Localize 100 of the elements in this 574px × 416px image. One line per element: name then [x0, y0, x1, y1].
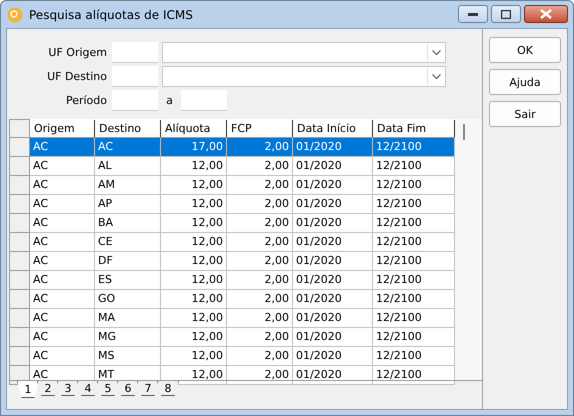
- table-cell: 12/2100: [372, 270, 454, 290]
- minimize-button[interactable]: [458, 5, 488, 23]
- table-cell: AP: [94, 194, 160, 214]
- dialog-button[interactable]: Ajuda: [489, 69, 561, 95]
- table-cell: 2,00: [226, 194, 292, 214]
- table-cell: 2,00: [226, 366, 292, 384]
- page-tab[interactable]: 5: [97, 381, 119, 396]
- table-cell: AC: [30, 214, 94, 232]
- page-tab[interactable]: 7: [137, 381, 159, 396]
- row-selector[interactable]: [10, 328, 30, 346]
- table-row[interactable]: AC MS 12,00 2,00 01/2020 12/2100: [10, 346, 454, 366]
- table-cell: 12,00: [160, 346, 226, 366]
- column-header[interactable]: Data Início: [292, 120, 372, 138]
- field-label: Período: [64, 94, 108, 107]
- column-header[interactable]: Origem: [30, 120, 94, 138]
- table-cell: 12,00: [160, 176, 226, 194]
- dialog-button[interactable]: OK: [489, 37, 561, 63]
- page-tab[interactable]: 3: [57, 381, 79, 396]
- row-selector[interactable]: [10, 308, 30, 328]
- table-row[interactable]: AC MG 12,00 2,00 01/2020 12/2100: [10, 328, 454, 346]
- code-field[interactable]: [112, 66, 158, 87]
- minimize-icon: [468, 12, 478, 16]
- table-row[interactable]: AC DF 12,00 2,00 01/2020 12/2100: [10, 252, 454, 270]
- table-cell: 2,00: [226, 308, 292, 328]
- table-cell: ES: [94, 270, 160, 290]
- row-selector[interactable]: [10, 290, 30, 308]
- table-cell: 12/2100: [372, 308, 454, 328]
- table-row[interactable]: AC CE 12,00 2,00 01/2020 12/2100: [10, 232, 454, 252]
- table-cell: AC: [30, 176, 94, 194]
- table-cell: 2,00: [226, 328, 292, 346]
- table-cell: AC: [30, 346, 94, 366]
- table-cell: 01/2020: [292, 138, 372, 156]
- table-row[interactable]: AC MA 12,00 2,00 01/2020 12/2100: [10, 308, 454, 328]
- table-cell: 12,00: [160, 328, 226, 346]
- table-cell: CE: [94, 232, 160, 252]
- row-header: [10, 120, 30, 138]
- table-cell: 01/2020: [292, 346, 372, 366]
- table-cell: 12/2100: [372, 176, 454, 194]
- row-selector[interactable]: [10, 138, 30, 156]
- row-selector[interactable]: [10, 346, 30, 366]
- column-header[interactable]: Destino: [94, 120, 160, 138]
- table-cell: 12/2100: [372, 252, 454, 270]
- table-cell: 01/2020: [292, 156, 372, 176]
- table-cell: 12,00: [160, 252, 226, 270]
- table-cell: 01/2020: [292, 270, 372, 290]
- dropdown-field[interactable]: [162, 66, 446, 87]
- date-field[interactable]: [181, 90, 227, 111]
- table-cell: DF: [94, 252, 160, 270]
- table-row[interactable]: AC AP 12,00 2,00 01/2020 12/2100: [10, 194, 454, 214]
- table-cell: AC: [30, 270, 94, 290]
- table-cell: AC: [30, 194, 94, 214]
- column-header[interactable]: FCP: [226, 120, 292, 138]
- table-cell: 12/2100: [372, 328, 454, 346]
- row-selector[interactable]: [10, 194, 30, 214]
- maximize-button[interactable]: [491, 5, 521, 23]
- table-cell: 01/2020: [292, 308, 372, 328]
- table-row[interactable]: AC AC 17,00 2,00 01/2020 12/2100: [10, 138, 454, 156]
- table-cell: 12,00: [160, 214, 226, 232]
- row-selector[interactable]: [10, 270, 30, 290]
- table-row[interactable]: AC AM 12,00 2,00 01/2020 12/2100: [10, 176, 454, 194]
- page-tab[interactable]: 4: [77, 381, 99, 396]
- row-selector[interactable]: [10, 176, 30, 194]
- code-field[interactable]: [112, 42, 158, 63]
- table-row[interactable]: AC BA 12,00 2,00 01/2020 12/2100: [10, 214, 454, 232]
- row-selector[interactable]: [10, 156, 30, 176]
- table-cell: 2,00: [226, 252, 292, 270]
- table-cell: 12,00: [160, 194, 226, 214]
- row-selector[interactable]: [10, 232, 30, 252]
- table-cell: 2,00: [226, 138, 292, 156]
- table-cell: 17,00: [160, 138, 226, 156]
- column-header[interactable]: Data Fim: [372, 120, 454, 138]
- table-cell: 01/2020: [292, 366, 372, 384]
- table-cell: AC: [30, 308, 94, 328]
- app-icon: [7, 6, 23, 22]
- table-cell: 01/2020: [292, 214, 372, 232]
- table-cell: AC: [30, 252, 94, 270]
- dialog-button[interactable]: Sair: [489, 101, 561, 127]
- table-cell: 12,00: [160, 270, 226, 290]
- date-field[interactable]: [112, 90, 158, 111]
- maximize-icon: [501, 10, 511, 18]
- table-row[interactable]: AC GO 12,00 2,00 01/2020 12/2100: [10, 290, 454, 308]
- row-selector[interactable]: [10, 214, 30, 232]
- row-selector[interactable]: [10, 252, 30, 270]
- table-row[interactable]: AC AL 12,00 2,00 01/2020 12/2100: [10, 156, 454, 176]
- table-cell: 2,00: [226, 346, 292, 366]
- table-cell: 01/2020: [292, 252, 372, 270]
- table-cell: 12/2100: [372, 156, 454, 176]
- table-cell: 2,00: [226, 156, 292, 176]
- table-row[interactable]: AC ES 12,00 2,00 01/2020 12/2100: [10, 270, 454, 290]
- page-tab[interactable]: 8: [157, 381, 179, 396]
- scrollbar[interactable]: [455, 119, 482, 380]
- column-header[interactable]: Alíquota: [160, 120, 226, 138]
- page-tab[interactable]: 6: [117, 381, 139, 396]
- page-tab[interactable]: 1: [17, 381, 39, 398]
- page-tab[interactable]: 2: [37, 381, 59, 396]
- dropdown-field[interactable]: [162, 42, 446, 63]
- table-cell: MA: [94, 308, 160, 328]
- table-cell: AC: [30, 328, 94, 346]
- table-cell: 12,00: [160, 290, 226, 308]
- close-button[interactable]: [524, 5, 568, 23]
